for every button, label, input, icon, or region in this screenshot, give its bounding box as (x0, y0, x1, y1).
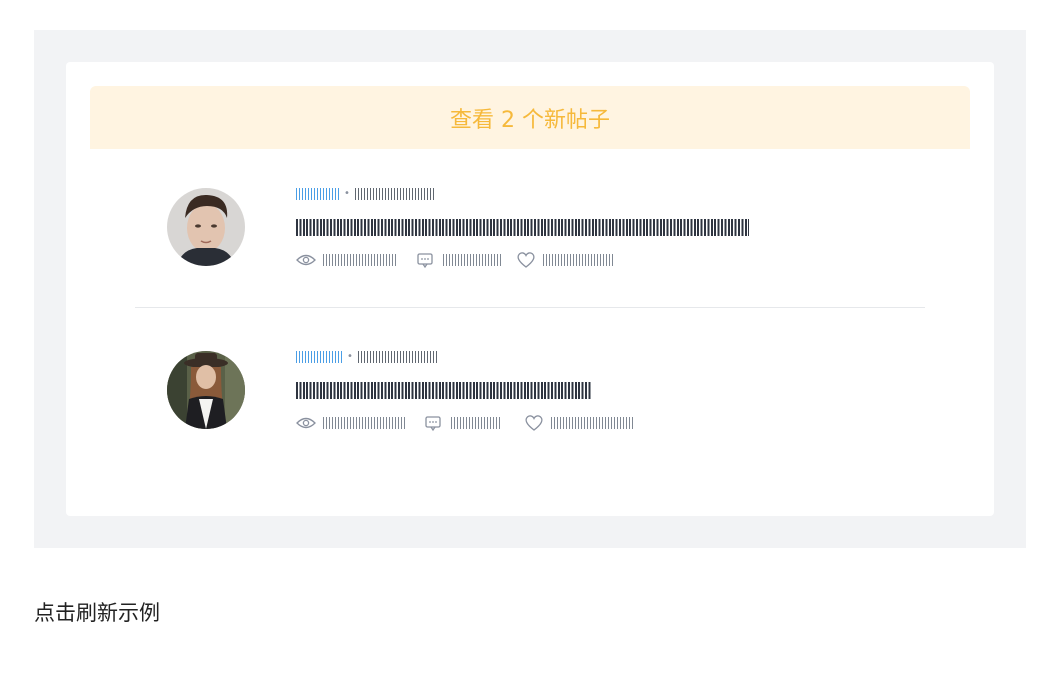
post-title[interactable] (296, 382, 592, 399)
heart-icon[interactable] (516, 251, 535, 269)
author-name[interactable] (296, 188, 339, 200)
author-name[interactable] (296, 351, 342, 363)
comments-stat (424, 414, 502, 432)
likes-count (543, 254, 613, 266)
new-posts-banner-label: 查看 2 个新帖子 (450, 107, 610, 133)
comments-count (443, 254, 501, 266)
comments-count (451, 417, 502, 429)
views-stat (296, 414, 405, 432)
views-count (323, 254, 397, 266)
feed-card: 查看 2 个新帖子 • • (66, 62, 994, 516)
views-count (323, 417, 405, 429)
post-time (354, 188, 435, 200)
likes-stat (516, 251, 613, 269)
post-item[interactable]: • (135, 166, 925, 269)
comment-icon (416, 251, 434, 269)
post-item[interactable]: • (135, 329, 925, 432)
eye-icon (296, 414, 316, 432)
avatar[interactable] (167, 351, 245, 429)
new-posts-banner[interactable]: 查看 2 个新帖子 (90, 86, 970, 149)
demo-frame: 查看 2 个新帖子 • • (34, 30, 1026, 548)
likes-count (551, 417, 633, 429)
post-time (357, 351, 439, 363)
avatar[interactable] (167, 188, 245, 266)
post-stats (296, 250, 613, 270)
post-divider (135, 307, 925, 308)
post-meta: • (296, 349, 439, 365)
man-avatar-image (167, 188, 245, 266)
post-stats (296, 413, 633, 433)
comment-icon (424, 414, 442, 432)
separator-dot: • (347, 351, 353, 362)
separator-dot: • (344, 188, 350, 199)
comments-stat (416, 251, 501, 269)
heart-icon[interactable] (524, 414, 543, 432)
post-meta: • (296, 186, 435, 202)
likes-stat (524, 414, 633, 432)
woman-avatar-image (167, 351, 245, 429)
refresh-demo-link[interactable]: 点击刷新示例 (34, 597, 160, 627)
views-stat (296, 251, 397, 269)
eye-icon (296, 251, 316, 269)
post-title[interactable] (296, 219, 749, 236)
